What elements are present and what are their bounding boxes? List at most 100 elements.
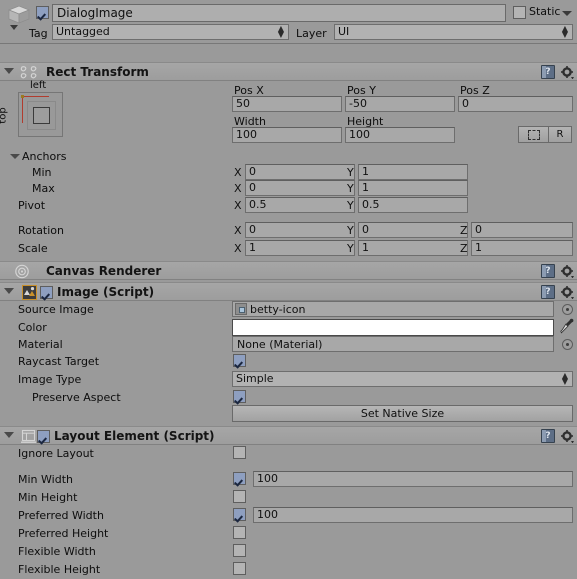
tag-dropdown[interactable]: Untagged ▲ ▼ bbox=[52, 24, 289, 40]
image-type-label: Image Type bbox=[18, 373, 82, 386]
foldout-arrow-icon[interactable] bbox=[4, 288, 14, 294]
source-image-label: Source Image bbox=[18, 303, 94, 316]
layer-value: UI bbox=[338, 25, 350, 38]
pivot-x-input[interactable]: 0.5 bbox=[245, 197, 355, 213]
anchor-max-y-input[interactable]: 1 bbox=[358, 180, 468, 196]
axis-x-label: X bbox=[234, 199, 242, 212]
pivot-row: Pivot X 0.5 Y 0.5 bbox=[0, 197, 577, 215]
layout-row-label: Preferred Height bbox=[18, 527, 109, 540]
layout-row-label: Ignore Layout bbox=[18, 447, 94, 460]
material-objectfield[interactable]: None (Material) bbox=[232, 336, 554, 352]
gear-icon[interactable] bbox=[561, 66, 574, 79]
layout-row-checkbox[interactable] bbox=[233, 526, 246, 539]
layer-dropdown[interactable]: UI ▲ ▼ bbox=[334, 24, 573, 40]
image-component-enabled-checkbox[interactable] bbox=[40, 286, 53, 299]
scale-z-input[interactable]: 1 bbox=[471, 240, 573, 256]
canvas-renderer-title: Canvas Renderer bbox=[46, 264, 162, 278]
material-label: Material bbox=[18, 338, 63, 351]
layout-row-checkbox[interactable] bbox=[233, 544, 246, 557]
gear-icon[interactable] bbox=[561, 265, 574, 278]
material-picker-button[interactable] bbox=[562, 339, 573, 350]
scale-x-input[interactable]: 1 bbox=[245, 240, 355, 256]
image-component-header[interactable]: Image (Script) ? bbox=[0, 282, 577, 301]
layout-row-checkbox[interactable] bbox=[233, 562, 246, 575]
rect-transform-title: Rect Transform bbox=[46, 65, 149, 79]
anchor-min-x-input[interactable]: 0 bbox=[245, 164, 355, 180]
source-image-picker-button[interactable] bbox=[562, 304, 573, 315]
scale-label: Scale bbox=[18, 242, 48, 255]
axis-z-label: Z bbox=[460, 242, 468, 255]
axis-y-label: Y bbox=[347, 224, 354, 237]
pos-y-input[interactable]: -50 bbox=[345, 96, 455, 112]
gameobject-name-input[interactable]: DialogImage bbox=[52, 4, 506, 22]
raycast-target-row: Raycast Target bbox=[0, 353, 577, 371]
layout-row-checkbox[interactable] bbox=[233, 508, 246, 521]
help-icon[interactable]: ? bbox=[541, 285, 555, 299]
texture-thumbnail-icon bbox=[235, 303, 247, 315]
image-type-dropdown[interactable]: Simple ▲ ▼ bbox=[232, 371, 573, 387]
raycast-target-label: Raycast Target bbox=[18, 355, 100, 368]
color-swatch-field[interactable] bbox=[232, 319, 554, 336]
height-input[interactable]: 100 bbox=[345, 127, 455, 143]
raw-edit-mode-button[interactable]: R bbox=[548, 126, 572, 143]
anchors-label: Anchors bbox=[22, 150, 67, 163]
layout-row-checkbox[interactable] bbox=[233, 472, 246, 485]
rotation-y-input[interactable]: 0 bbox=[358, 222, 468, 238]
axis-y-label: Y bbox=[347, 242, 354, 255]
static-dropdown-arrow[interactable] bbox=[562, 11, 572, 16]
layout-element-icon bbox=[21, 429, 36, 443]
help-icon[interactable]: ? bbox=[541, 429, 555, 443]
help-icon[interactable]: ? bbox=[541, 264, 555, 278]
layout-element-enabled-checkbox[interactable] bbox=[37, 430, 50, 443]
layout-row-label: Min Width bbox=[18, 473, 73, 486]
eyedropper-icon[interactable] bbox=[560, 318, 574, 335]
raycast-target-checkbox[interactable] bbox=[233, 354, 246, 367]
anchor-max-x-input[interactable]: 0 bbox=[245, 180, 355, 196]
tag-label: Tag bbox=[29, 27, 48, 40]
chevron-updown-icon: ▲ ▼ bbox=[561, 24, 568, 39]
help-icon[interactable]: ? bbox=[541, 65, 555, 79]
blueprint-icon bbox=[527, 129, 540, 140]
static-checkbox[interactable] bbox=[513, 6, 526, 19]
blueprint-mode-button[interactable] bbox=[518, 126, 548, 143]
gear-icon[interactable] bbox=[561, 286, 574, 299]
layout-element-row: Flexible Height bbox=[0, 561, 577, 579]
preserve-aspect-label: Preserve Aspect bbox=[32, 391, 121, 404]
anchor-min-y-input[interactable]: 1 bbox=[358, 164, 468, 180]
axis-x-label: X bbox=[234, 242, 242, 255]
layout-row-input[interactable]: 100 bbox=[253, 507, 573, 523]
layout-row-checkbox[interactable] bbox=[233, 446, 246, 459]
layer-label: Layer bbox=[296, 27, 327, 40]
source-image-objectfield[interactable]: betty-icon bbox=[232, 301, 554, 317]
rotation-z-input[interactable]: 0 bbox=[471, 222, 573, 238]
gear-icon[interactable] bbox=[561, 430, 574, 443]
pos-z-input[interactable]: 0 bbox=[458, 96, 573, 112]
image-type-value: Simple bbox=[236, 372, 274, 385]
gameobject-active-checkbox[interactable] bbox=[36, 6, 49, 19]
axis-y-label: Y bbox=[347, 182, 354, 195]
prefab-dropdown-arrow[interactable] bbox=[10, 25, 18, 30]
rect-transform-icon bbox=[20, 66, 37, 79]
material-row: Material None (Material) bbox=[0, 336, 577, 354]
layout-element-row: Min Width 100 bbox=[0, 471, 577, 489]
rect-transform-header[interactable]: Rect Transform ? bbox=[0, 62, 577, 81]
pivot-label: Pivot bbox=[18, 199, 46, 212]
foldout-arrow-icon[interactable] bbox=[10, 154, 20, 159]
image-component-title: Image (Script) bbox=[57, 285, 155, 299]
source-image-value: betty-icon bbox=[250, 302, 306, 316]
width-input[interactable]: 100 bbox=[232, 127, 342, 143]
layout-row-input[interactable]: 100 bbox=[253, 471, 573, 487]
gameobject-header: DialogImage Static Tag Untagged ▲ ▼ Layer… bbox=[0, 0, 577, 44]
pos-x-input[interactable]: 50 bbox=[232, 96, 342, 112]
foldout-arrow-icon[interactable] bbox=[4, 68, 14, 74]
set-native-size-button[interactable]: Set Native Size bbox=[232, 405, 573, 422]
pivot-y-input[interactable]: 0.5 bbox=[358, 197, 468, 213]
chevron-updown-icon: ▲ ▼ bbox=[277, 24, 284, 39]
foldout-arrow-icon[interactable] bbox=[4, 432, 14, 438]
canvas-renderer-header[interactable]: Canvas Renderer ? bbox=[0, 261, 577, 280]
layout-element-header[interactable]: Layout Element (Script) ? bbox=[0, 426, 577, 445]
preserve-aspect-checkbox[interactable] bbox=[233, 390, 246, 403]
layout-row-checkbox[interactable] bbox=[233, 490, 246, 503]
rotation-x-input[interactable]: 0 bbox=[245, 222, 355, 238]
scale-y-input[interactable]: 1 bbox=[358, 240, 468, 256]
